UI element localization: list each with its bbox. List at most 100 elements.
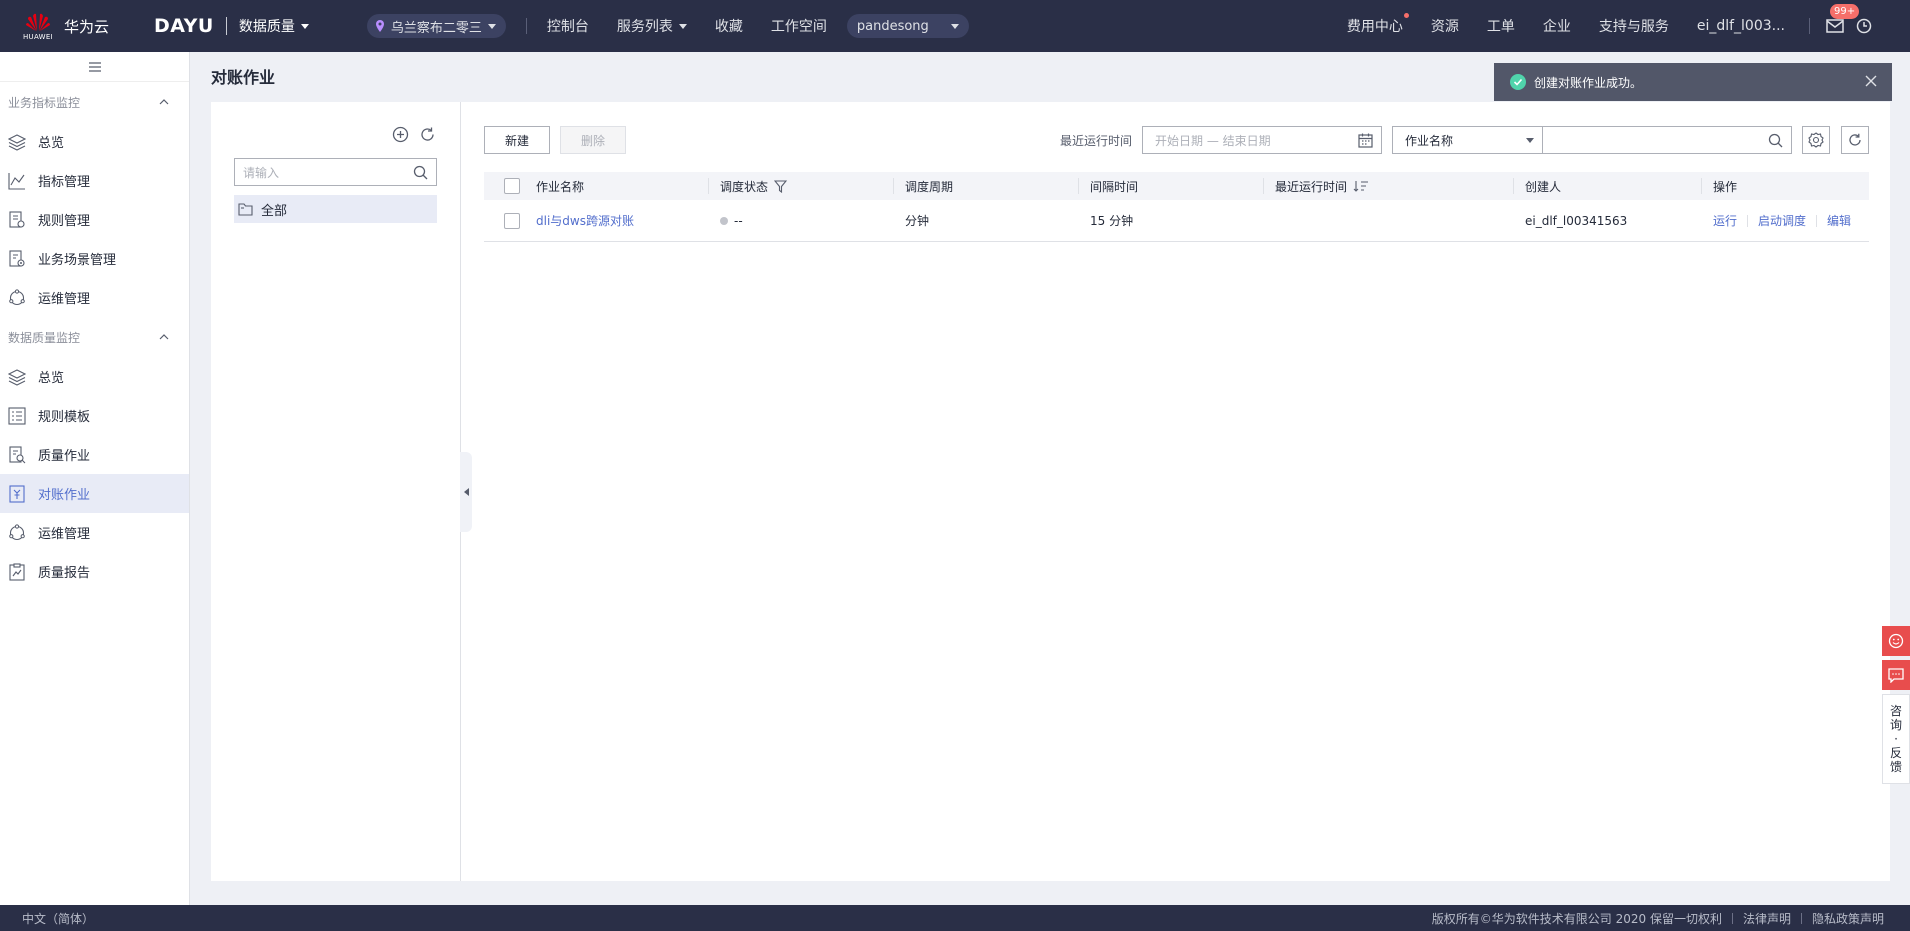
- col-last-run-time[interactable]: 最近运行时间: [1275, 178, 1369, 195]
- nav-enterprise[interactable]: 企业: [1543, 16, 1571, 36]
- sidebar-item-rule-templates[interactable]: 规则模板: [0, 396, 189, 435]
- sidebar-item-metric-management[interactable]: 指标管理: [0, 161, 189, 200]
- job-name-link[interactable]: dli与dws跨源对账: [536, 212, 634, 229]
- layers-icon: [8, 133, 26, 151]
- nav-service-list[interactable]: 服务列表: [617, 16, 687, 36]
- panel-collapse-handle[interactable]: [460, 452, 472, 532]
- run-job-link[interactable]: 运行: [1713, 212, 1737, 229]
- nav-workspace[interactable]: 工作空间: [771, 16, 827, 36]
- date-range-placeholder: 开始日期 — 结束日期: [1155, 133, 1271, 148]
- sidebar-item-quality-overview[interactable]: 总览: [0, 357, 189, 396]
- tree-node-all[interactable]: 全部: [234, 195, 437, 223]
- caret-left-icon: [463, 488, 469, 496]
- edit-job-link[interactable]: 编辑: [1827, 212, 1851, 229]
- nav-console[interactable]: 控制台: [547, 16, 589, 36]
- nav-tickets[interactable]: 工单: [1487, 16, 1515, 36]
- sidebar-toggle[interactable]: [0, 52, 189, 82]
- sort-icon[interactable]: [1353, 180, 1369, 192]
- region-selector[interactable]: 乌兰察布二零三: [366, 14, 506, 38]
- creator-cell: ei_dlf_l00341563: [1525, 213, 1628, 228]
- add-circle-icon[interactable]: [392, 126, 409, 143]
- notification-dot-icon: [1403, 13, 1409, 18]
- search-field-value: 作业名称: [1405, 133, 1454, 148]
- operations-cell: 运行 启动调度 编辑: [1713, 212, 1851, 229]
- select-all-checkbox[interactable]: [504, 178, 520, 194]
- sidebar-section-business-metrics[interactable]: 业务指标监控: [0, 82, 189, 122]
- location-pin-icon: [375, 20, 384, 32]
- refresh-icon[interactable]: [419, 126, 436, 143]
- search-field-select[interactable]: 作业名称: [1392, 126, 1542, 154]
- legal-link[interactable]: 法律声明: [1743, 910, 1791, 927]
- column-settings-button[interactable]: [1802, 126, 1830, 154]
- job-toolbar: 新建 删除 最近运行时间 开始日期 — 结束日期 作业名称: [484, 126, 1869, 154]
- user-account-menu[interactable]: ei_dlf_l003...: [1697, 18, 1785, 34]
- filter-icon[interactable]: [774, 179, 788, 193]
- sidebar-item-quality-ops[interactable]: 运维管理: [0, 513, 189, 552]
- refresh-table-button[interactable]: [1841, 126, 1869, 154]
- row-checkbox[interactable]: [504, 212, 520, 229]
- sidebar-section-data-quality[interactable]: 数据质量监控: [0, 317, 189, 357]
- huawei-cloud-logo[interactable]: HUAWEI 华为云: [0, 0, 132, 52]
- success-toast: 创建对账作业成功。: [1494, 63, 1892, 101]
- smiley-icon: [1888, 633, 1904, 649]
- huawei-logo-icon: HUAWEI: [20, 6, 56, 46]
- nav-billing[interactable]: 费用中心: [1347, 13, 1409, 36]
- ops-cycle-icon: [9, 523, 25, 540]
- col-schedule-cycle: 调度周期: [905, 179, 954, 194]
- calendar-icon: [1358, 133, 1373, 148]
- sidebar-item-quality-report[interactable]: 质量报告: [0, 552, 189, 591]
- folder-icon: [238, 202, 253, 216]
- sidebar-item-quality-jobs[interactable]: 质量作业: [0, 435, 189, 474]
- tree-search-input[interactable]: 请输入: [234, 158, 437, 186]
- table-row: dli与dws跨源对账 -- 分钟 15 分钟 ei_dlf_l00341563…: [484, 200, 1869, 242]
- footer: 中文（简体） 版权所有©华为软件技术有限公司 2020 保留一切权利 法律声明 …: [0, 905, 1910, 931]
- clock-icon[interactable]: [1856, 18, 1872, 34]
- sidebar-item-rule-management[interactable]: 规则管理: [0, 200, 189, 239]
- search-icon[interactable]: [413, 165, 428, 180]
- region-name: 乌兰察布二零三: [390, 20, 482, 36]
- schedule-status-cell: --: [720, 214, 743, 228]
- service-dropdown[interactable]: 数据质量: [239, 16, 309, 36]
- menu-icon: [88, 61, 101, 72]
- top-navigation-bar: HUAWEI 华为云 DAYU 数据质量 乌兰察布二零三 控制台 服务列表 收藏…: [0, 0, 1910, 52]
- huawei-wordmark: HUAWEI: [22, 32, 53, 41]
- caret-down-icon: [300, 23, 309, 29]
- smiley-feedback-button[interactable]: [1882, 626, 1910, 656]
- sidebar-item-scene-management[interactable]: 业务场景管理: [0, 239, 189, 278]
- mail-count-badge: 99+: [1830, 4, 1860, 19]
- sidebar-item-ops-management[interactable]: 运维管理: [0, 278, 189, 317]
- col-schedule-status[interactable]: 调度状态: [720, 178, 788, 195]
- date-range-picker[interactable]: 开始日期 — 结束日期: [1142, 126, 1382, 154]
- privacy-link[interactable]: 隐私政策声明: [1812, 910, 1884, 927]
- search-keyword-input[interactable]: [1542, 126, 1792, 154]
- gear-icon: [1808, 132, 1824, 148]
- close-icon[interactable]: [1864, 74, 1878, 88]
- delete-job-button[interactable]: 删除: [560, 126, 626, 154]
- language-switcher[interactable]: 中文（简体）: [22, 910, 94, 927]
- mail-button[interactable]: 99+: [1826, 4, 1860, 34]
- main-card: 请输入 全部 新建 删除 最近运行时间 开始日期 — 结束日期 作业名称 作业名…: [211, 102, 1890, 881]
- project-selector[interactable]: pandesong: [846, 14, 969, 38]
- chat-button[interactable]: [1882, 660, 1910, 690]
- sidebar-item-overview[interactable]: 总览: [0, 122, 189, 161]
- product-switcher[interactable]: DAYU 数据质量: [154, 0, 309, 52]
- toast-message: 创建对账作业成功。: [1534, 75, 1643, 90]
- new-job-button[interactable]: 新建: [484, 126, 550, 154]
- nav-support[interactable]: 支持与服务: [1599, 16, 1669, 36]
- consult-feedback-button[interactable]: 咨 询 · 反 馈: [1882, 694, 1910, 784]
- rule-doc-icon: [9, 210, 25, 228]
- copyright-text: 版权所有©华为软件技术有限公司 2020 保留一切权利: [1431, 911, 1722, 926]
- schedule-cycle-cell: 分钟: [905, 214, 930, 228]
- job-table: 作业名称 调度状态 调度周期 间隔时间 最近运行时间 创建人 操作 dli与dw…: [484, 172, 1869, 242]
- sidebar-item-reconciliation-jobs[interactable]: 对账作业: [0, 474, 189, 513]
- chat-icon: [1888, 667, 1904, 683]
- nav-favorites[interactable]: 收藏: [715, 16, 743, 36]
- reconcile-icon: [9, 484, 25, 503]
- start-schedule-link[interactable]: 启动调度: [1758, 212, 1806, 229]
- col-operations: 操作: [1713, 179, 1738, 194]
- nav-resources[interactable]: 资源: [1431, 16, 1459, 36]
- search-icon[interactable]: [1768, 133, 1783, 148]
- directory-tree-panel: 请输入 全部: [211, 102, 461, 881]
- brand-name: 华为云: [64, 17, 110, 36]
- caret-down-icon: [1526, 137, 1534, 143]
